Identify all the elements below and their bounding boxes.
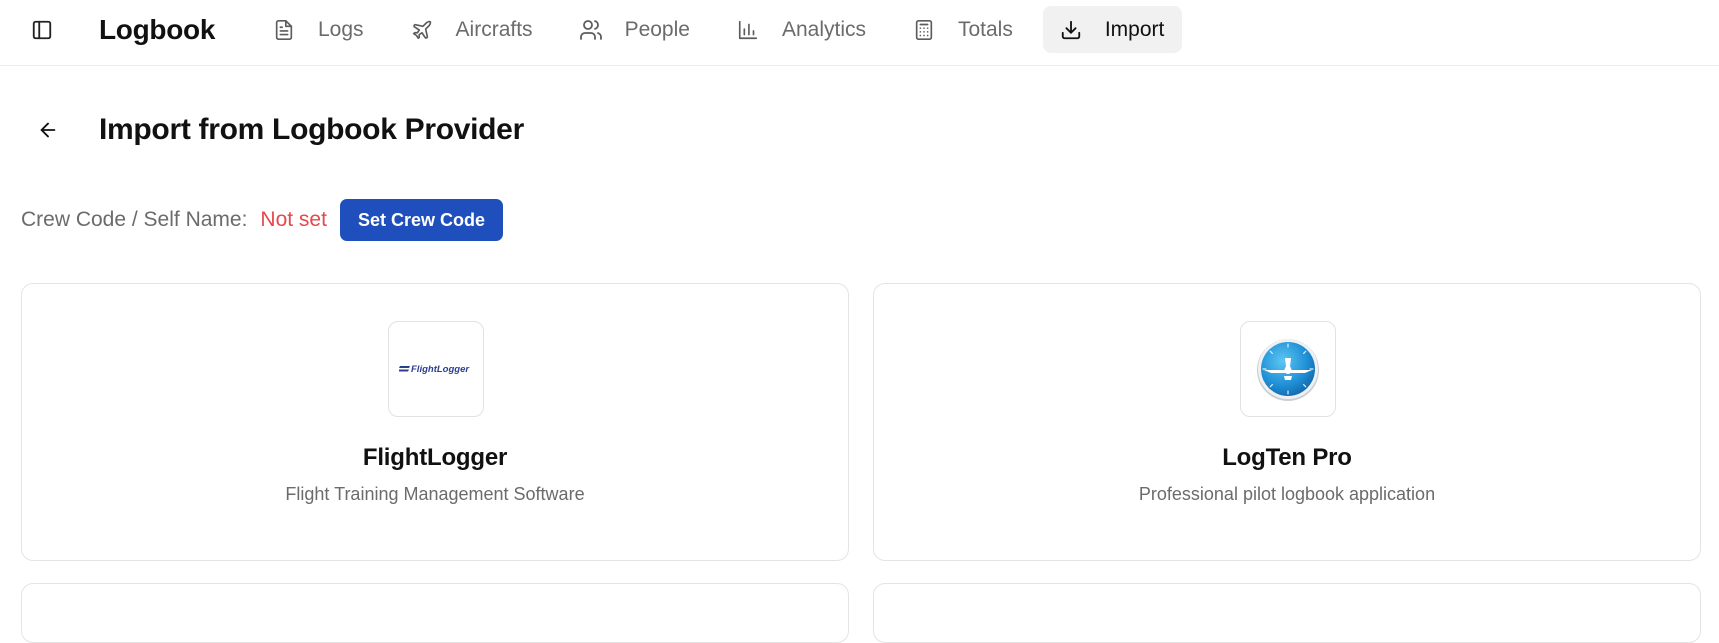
nav-item-people[interactable]: People bbox=[563, 6, 708, 53]
flightlogger-logo-text: FlightLogger bbox=[411, 364, 470, 375]
nav-item-label: Analytics bbox=[781, 17, 866, 41]
provider-card-logten-pro[interactable]: LogTen Pro Professional pilot logbook ap… bbox=[873, 283, 1701, 561]
nav-item-import[interactable]: Import bbox=[1042, 6, 1183, 53]
sidebar-toggle-icon[interactable] bbox=[26, 14, 58, 46]
provider-card-partial[interactable] bbox=[873, 583, 1701, 643]
set-crew-code-button[interactable]: Set Crew Code bbox=[339, 199, 503, 241]
provider-card-partial[interactable] bbox=[21, 583, 849, 643]
provider-description: Flight Training Management Software bbox=[285, 484, 585, 504]
crew-code-status: Not set bbox=[260, 208, 327, 231]
app-title: Logbook bbox=[99, 14, 216, 45]
nav-item-label: Import bbox=[1104, 17, 1165, 41]
provider-card-flightlogger[interactable]: FlightLogger FlightLogger Flight Trainin… bbox=[21, 283, 849, 561]
top-navigation-bar: Logbook Logs Aircrafts People Analytics … bbox=[0, 0, 1719, 66]
provider-name: FlightLogger bbox=[362, 444, 508, 471]
nav-item-label: Totals bbox=[957, 17, 1013, 41]
nav-item-analytics[interactable]: Analytics bbox=[720, 6, 884, 53]
provider-name: LogTen Pro bbox=[1222, 444, 1352, 471]
plane-icon bbox=[410, 18, 434, 42]
crew-code-row: Crew Code / Self Name: Not set Set Crew … bbox=[21, 199, 503, 241]
flightlogger-logo: FlightLogger bbox=[388, 321, 484, 417]
back-button[interactable] bbox=[32, 114, 64, 146]
page-title: Import from Logbook Provider bbox=[99, 113, 524, 146]
arrow-left-icon bbox=[37, 119, 59, 141]
nav-item-logs[interactable]: Logs bbox=[256, 6, 382, 53]
nav-item-label: Logs bbox=[318, 17, 364, 41]
nav-item-label: Aircrafts bbox=[455, 17, 533, 41]
provider-description: Professional pilot logbook application bbox=[1138, 484, 1436, 504]
calculator-icon bbox=[912, 18, 936, 42]
nav-item-label: People bbox=[624, 17, 690, 41]
main-nav: Logs Aircrafts People Analytics Totals I… bbox=[256, 6, 1194, 53]
crew-code-label: Crew Code / Self Name: bbox=[21, 208, 248, 231]
logten-pro-logo bbox=[1240, 321, 1336, 417]
users-icon bbox=[579, 18, 603, 42]
nav-item-totals[interactable]: Totals bbox=[896, 6, 1031, 53]
compass-plane-icon bbox=[1257, 339, 1319, 401]
file-text-icon bbox=[272, 18, 296, 42]
download-icon bbox=[1059, 18, 1083, 42]
nav-item-aircrafts[interactable]: Aircrafts bbox=[394, 6, 551, 53]
bar-chart-icon bbox=[736, 18, 760, 42]
